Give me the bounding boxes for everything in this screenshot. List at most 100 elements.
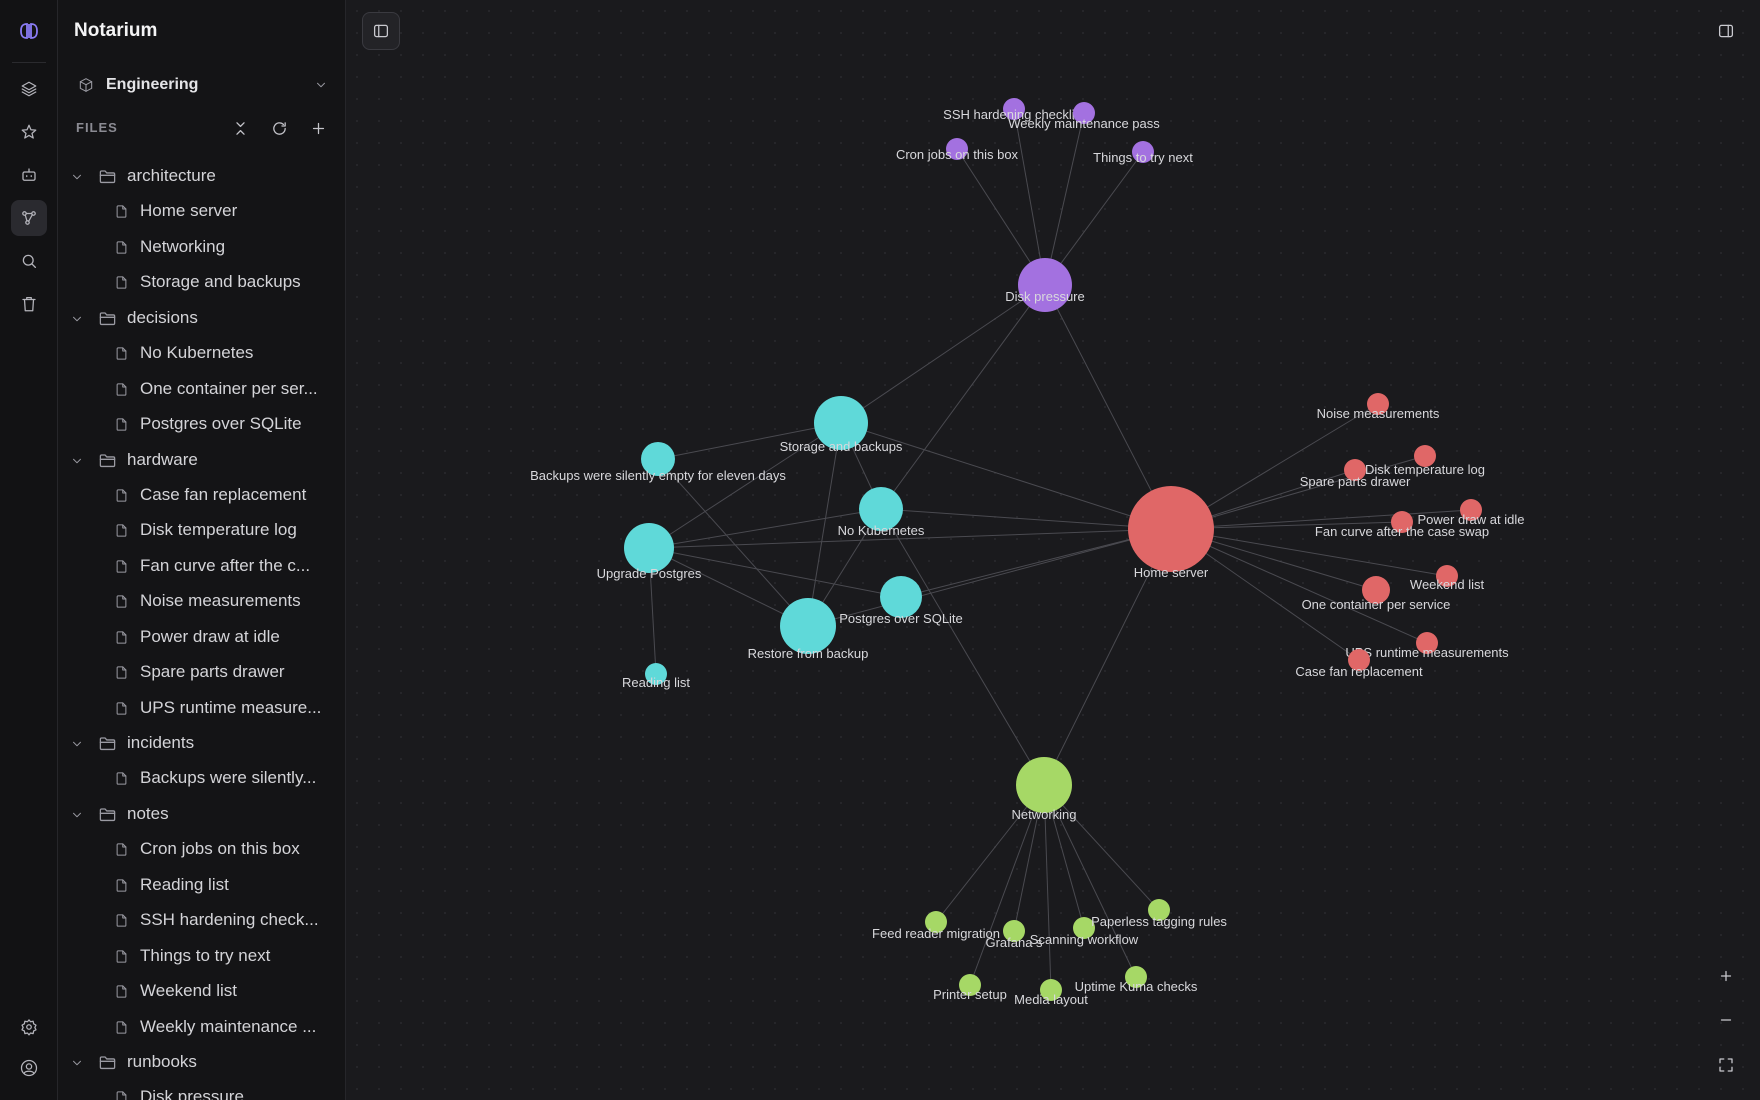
tree-file[interactable]: Noise measurements — [58, 584, 345, 619]
graph-node-label: Reading list — [622, 675, 690, 690]
tree-file[interactable]: UPS runtime measure... — [58, 691, 345, 726]
graph-edge — [880, 508, 1045, 786]
file-tree: architecture Home server Networking Storage… — [58, 159, 345, 1100]
tree-file[interactable]: Postgres over SQLite — [58, 407, 345, 442]
chevron-down-icon — [317, 82, 325, 88]
bot-icon[interactable] — [11, 157, 47, 193]
fit-view-icon[interactable] — [1707, 1046, 1745, 1084]
chevron-down-icon[interactable] — [70, 737, 84, 751]
star-icon[interactable] — [11, 114, 47, 150]
tree-file[interactable]: Cron jobs on this box — [58, 832, 345, 867]
collapse-all-icon[interactable] — [228, 116, 252, 140]
tree-item-label: Storage and backups — [140, 272, 301, 292]
folder-icon — [99, 1056, 116, 1070]
tree-item-label: Things to try next — [140, 945, 271, 965]
graph-node-home[interactable] — [1128, 486, 1214, 572]
files-header: FILES — [76, 120, 118, 135]
file-icon — [116, 914, 127, 927]
graph-node-label: Restore from backup — [748, 646, 869, 661]
file-icon — [116, 524, 127, 537]
tree-file[interactable]: Networking — [58, 230, 345, 265]
tree-item-label: hardware — [127, 449, 198, 469]
graph-node-net[interactable] — [1016, 757, 1072, 813]
graph-node-label: Storage and backups — [780, 439, 903, 454]
zoom-in-icon[interactable] — [1707, 957, 1745, 995]
tree-file[interactable]: No Kubernetes — [58, 336, 345, 371]
graph-node-label: Printer setup — [933, 987, 1007, 1002]
chevron-down-icon[interactable] — [70, 808, 84, 822]
graph-node-label: Spare parts drawer — [1300, 474, 1411, 489]
tree-file[interactable]: Storage and backups — [58, 265, 345, 300]
collections-icon[interactable] — [11, 71, 47, 107]
chevron-down-icon[interactable] — [70, 312, 84, 326]
graph-edge — [880, 508, 1172, 530]
chevron-down-icon[interactable] — [70, 1056, 84, 1070]
tree-file[interactable]: Things to try next — [58, 939, 345, 974]
tree-folder[interactable]: architecture — [58, 159, 345, 194]
graph-node-label: Case fan replacement — [1295, 664, 1423, 679]
new-file-plus-icon[interactable] — [306, 116, 330, 140]
note-graph[interactable]: Disk pressureSSH hardening checklistWeek… — [346, 0, 1760, 1100]
refresh-icon[interactable] — [267, 116, 291, 140]
app-logo-icon[interactable] — [13, 16, 45, 46]
search-icon[interactable] — [11, 243, 47, 279]
tree-file[interactable]: Reading list — [58, 868, 345, 903]
graph-edge — [880, 284, 1046, 510]
workspace-label: Engineering — [106, 76, 199, 93]
tree-item-label: Home server — [140, 201, 238, 221]
tree-item-label: Networking — [140, 236, 226, 256]
zoom-out-icon[interactable] — [1707, 1001, 1745, 1039]
user-avatar-icon[interactable] — [11, 1050, 47, 1086]
tree-file[interactable]: Backups were silently... — [58, 761, 345, 796]
graph-node-label: Uptime Kuma checks — [1075, 979, 1198, 994]
tree-file[interactable]: Spare parts drawer — [58, 655, 345, 690]
graph-node-label: Feed reader migration — [872, 926, 1000, 941]
tree-folder[interactable]: runbooks — [58, 1045, 345, 1080]
tree-item-label: decisions — [127, 307, 198, 327]
tree-file[interactable]: Fan curve after the c... — [58, 549, 345, 584]
file-icon — [116, 489, 127, 502]
tree-file[interactable]: One container per ser... — [58, 372, 345, 407]
file-icon — [116, 347, 127, 360]
tree-folder[interactable]: notes — [58, 797, 345, 832]
tree-file[interactable]: Disk pressure — [58, 1080, 345, 1100]
tree-folder[interactable]: hardware — [58, 443, 345, 478]
tree-item-label: Cron jobs on this box — [140, 839, 300, 859]
tree-file[interactable]: Home server — [58, 194, 345, 229]
tree-item-label: Case fan replacement — [140, 484, 307, 504]
settings-icon[interactable] — [11, 1009, 47, 1045]
graph-node-label: Cron jobs on this box — [896, 147, 1019, 162]
tree-file[interactable]: Power draw at idle — [58, 620, 345, 655]
graph-node-label: Networking — [1011, 807, 1076, 822]
tree-folder[interactable]: incidents — [58, 726, 345, 761]
file-icon — [116, 631, 127, 644]
tree-folder[interactable]: decisions — [58, 301, 345, 336]
workspace-switcher[interactable]: Engineering — [66, 68, 338, 102]
trash-icon[interactable] — [11, 286, 47, 322]
tree-file[interactable]: Case fan replacement — [58, 478, 345, 513]
tree-item-label: Spare parts drawer — [140, 662, 285, 682]
folder-icon — [99, 737, 116, 751]
graph-node-label: One container per service — [1302, 597, 1451, 612]
tree-file[interactable]: SSH hardening check... — [58, 903, 345, 938]
folder-icon — [99, 312, 116, 325]
tree-item-label: Power draw at idle — [140, 626, 280, 646]
file-icon — [116, 843, 127, 856]
file-icon — [116, 1020, 127, 1034]
tree-item-label: Noise measurements — [140, 591, 301, 611]
chevron-down-icon[interactable] — [70, 170, 84, 184]
chevron-down-icon[interactable] — [70, 454, 84, 468]
tree-file[interactable]: Weekend list — [58, 974, 345, 1009]
tree-file[interactable]: Weekly maintenance ... — [58, 1010, 345, 1045]
tree-item-label: Disk temperature log — [140, 520, 297, 540]
tree-item-label: Reading list — [140, 874, 229, 894]
graph-node-label: Home server — [1134, 565, 1209, 580]
file-icon — [116, 701, 127, 715]
tree-item-label: Backups were silently... — [140, 768, 317, 788]
tree-item-label: runbooks — [127, 1051, 197, 1071]
file-icon — [116, 985, 127, 998]
graph-icon[interactable] — [11, 200, 47, 236]
graph-node-label: Fan curve after the case swap — [1315, 524, 1489, 539]
tree-item-label: Weekly maintenance ... — [140, 1016, 317, 1036]
tree-file[interactable]: Disk temperature log — [58, 513, 345, 548]
